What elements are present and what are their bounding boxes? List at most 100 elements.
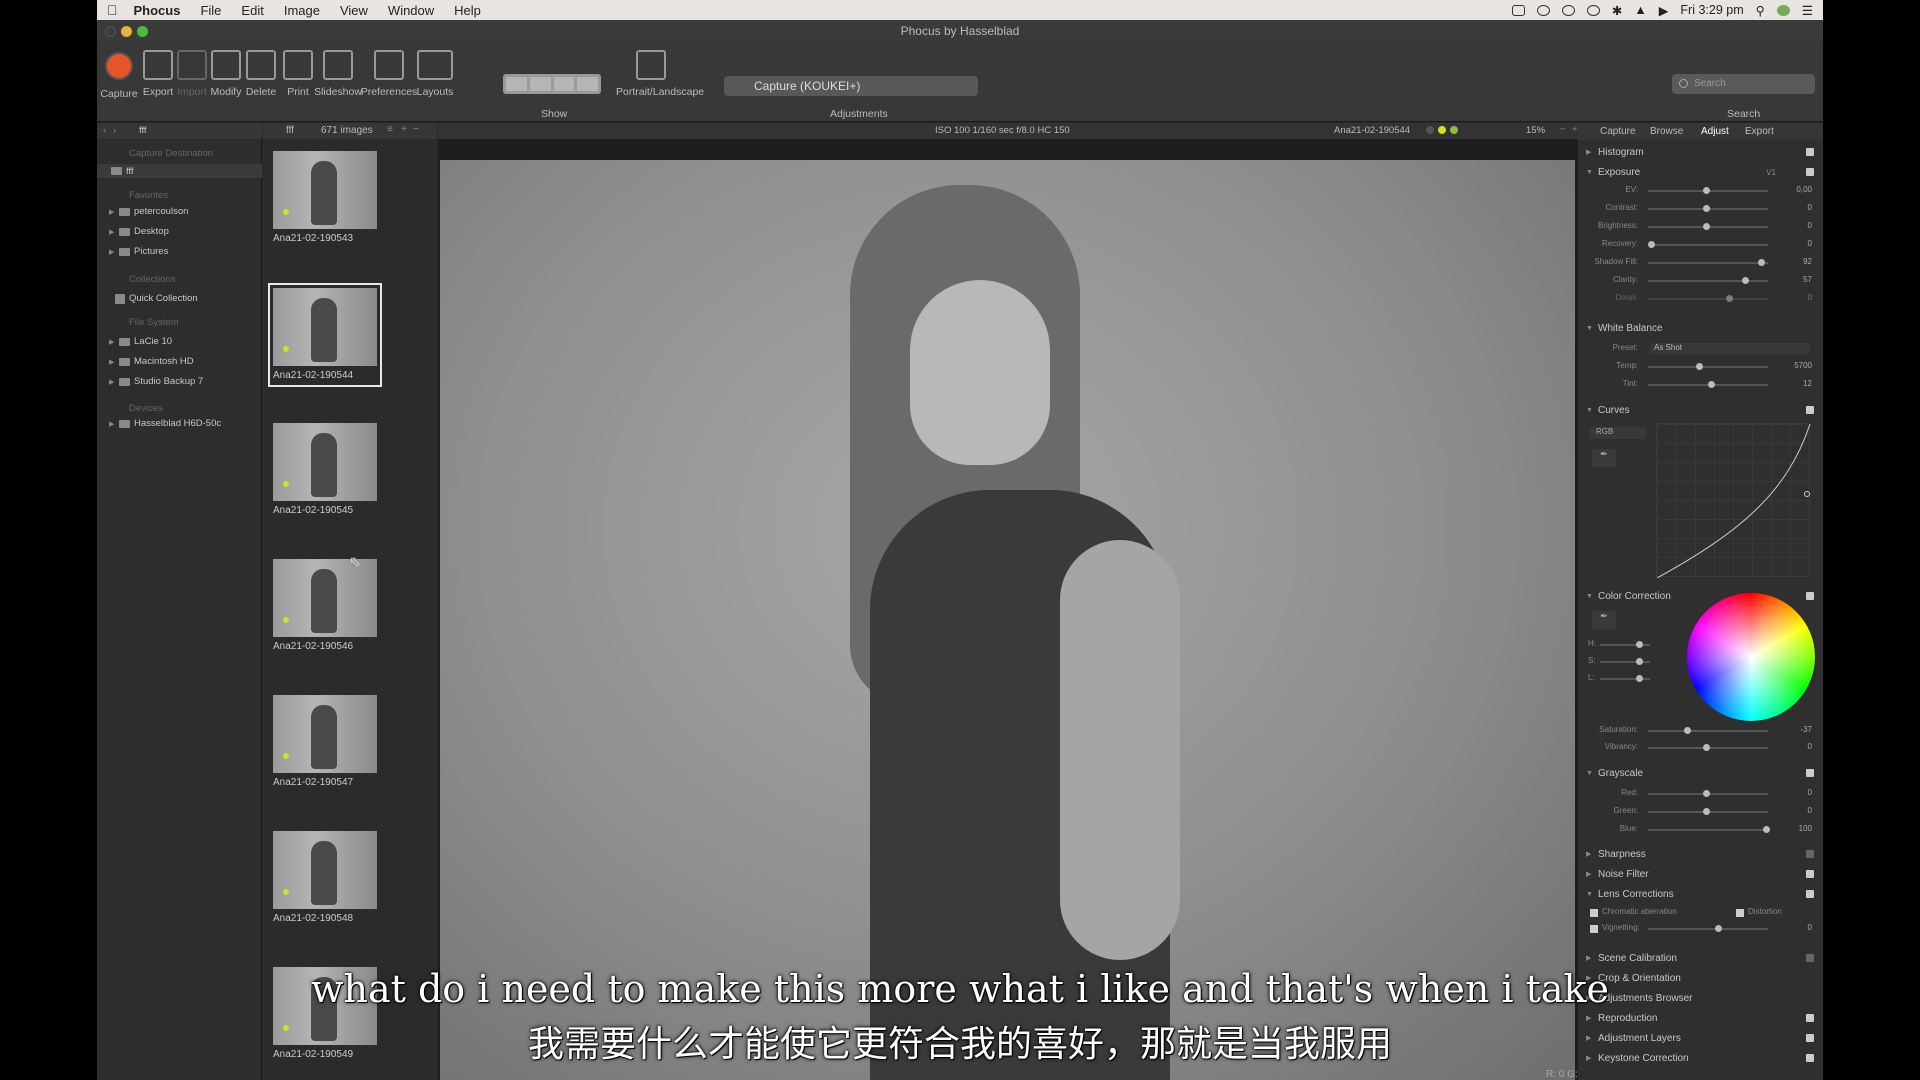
- capture-status-field[interactable]: Capture (KOUKEI+): [724, 76, 978, 96]
- distortion-checkbox[interactable]: [1736, 909, 1744, 917]
- thumbnail-item-selected[interactable]: Ana21-02-190544: [273, 288, 377, 381]
- thumbnail-item[interactable]: Ana21-02-190547: [273, 695, 377, 788]
- volume-icon[interactable]: ▶: [1659, 3, 1669, 18]
- recovery-slider[interactable]: Recovery: 0: [1586, 239, 1816, 251]
- slider-knob[interactable]: [1703, 808, 1710, 815]
- slider-value[interactable]: 12: [1782, 379, 1812, 388]
- thumbnail-item[interactable]: Ana21-02-190543: [273, 151, 377, 244]
- slider-track[interactable]: [1648, 298, 1768, 300]
- color-wheel[interactable]: [1687, 593, 1815, 721]
- close-window-button[interactable]: [105, 26, 116, 37]
- sharpness-header[interactable]: ▶ Sharpness: [1586, 847, 1816, 861]
- disclosure-icon[interactable]: ▶: [1586, 870, 1592, 878]
- bluetooth-icon[interactable]: ✱: [1612, 3, 1622, 18]
- tint-slider[interactable]: Tint: 12: [1586, 379, 1816, 391]
- tab-export[interactable]: Export: [1745, 126, 1774, 137]
- disclosure-icon[interactable]: ▶: [109, 378, 115, 386]
- grayscale-header[interactable]: ▼ Grayscale: [1586, 766, 1816, 780]
- menu-file[interactable]: File: [200, 3, 221, 18]
- wb-preset[interactable]: Preset: As Shot: [1586, 343, 1816, 355]
- slider-knob[interactable]: [1648, 241, 1655, 248]
- thumbnail-item[interactable]: Ana21-02-190546: [273, 559, 377, 652]
- view-mode-3[interactable]: [553, 77, 575, 91]
- vignetting-checkbox[interactable]: [1590, 925, 1598, 933]
- disclosure-icon[interactable]: ▶: [109, 228, 115, 236]
- disclosure-icon[interactable]: ▶: [109, 358, 115, 366]
- menu-edit[interactable]: Edit: [241, 3, 263, 18]
- histogram-header[interactable]: ▶ Histogram: [1586, 145, 1816, 159]
- disclosure-icon[interactable]: ▼: [1586, 770, 1593, 777]
- slider-value[interactable]: 0: [1782, 923, 1812, 932]
- menu-image[interactable]: Image: [284, 3, 320, 18]
- disclosure-icon[interactable]: ▶: [109, 248, 115, 256]
- slider-value[interactable]: 0: [1782, 742, 1812, 751]
- wifi-icon[interactable]: ▲: [1634, 3, 1646, 17]
- spotlight-search-icon[interactable]: ⚲: [1756, 3, 1765, 18]
- scene-calibration-header[interactable]: ▶ Scene Calibration: [1586, 951, 1816, 965]
- slider-track[interactable]: [1648, 280, 1768, 282]
- layouts-button[interactable]: Layouts: [410, 50, 460, 98]
- clarity-slider[interactable]: Clarity: 57: [1586, 275, 1816, 287]
- slider-knob[interactable]: [1703, 187, 1710, 194]
- slider-value[interactable]: 92: [1782, 257, 1812, 266]
- slider-knob[interactable]: [1684, 727, 1691, 734]
- enable-checkbox[interactable]: [1806, 168, 1814, 176]
- slider-knob[interactable]: [1636, 675, 1643, 682]
- disclosure-icon[interactable]: ▶: [109, 208, 115, 216]
- enable-checkbox[interactable]: [1806, 954, 1814, 962]
- contrast-slider[interactable]: Contrast: 0: [1586, 203, 1816, 215]
- slider-knob[interactable]: [1726, 295, 1733, 302]
- gray-red-slider[interactable]: Red: 0: [1586, 788, 1816, 800]
- eyedropper-icon[interactable]: ✒: [1592, 611, 1616, 629]
- menu-window[interactable]: Window: [388, 3, 434, 18]
- slider-knob[interactable]: [1742, 277, 1749, 284]
- disclosure-icon[interactable]: ▼: [1586, 891, 1593, 898]
- slider-value[interactable]: 5700: [1782, 361, 1812, 370]
- preset-select[interactable]: As Shot: [1650, 343, 1810, 354]
- sidebar-item-camera[interactable]: ▶ Hasselblad H6D-50c: [109, 418, 221, 429]
- enable-checkbox[interactable]: [1806, 148, 1814, 156]
- curves-header[interactable]: ▼ Curves: [1586, 403, 1816, 417]
- slider-knob[interactable]: [1763, 826, 1770, 833]
- hue-slider[interactable]: H:: [1586, 639, 1656, 651]
- disclosure-icon[interactable]: ▼: [1586, 325, 1593, 332]
- zoom-level[interactable]: 15%: [1526, 125, 1545, 136]
- curve-channel-select[interactable]: RGB: [1590, 427, 1646, 439]
- slider-knob[interactable]: [1703, 790, 1710, 797]
- slider-value[interactable]: 0: [1782, 806, 1812, 815]
- slider-knob[interactable]: [1636, 641, 1643, 648]
- slider-value[interactable]: 0: [1782, 239, 1812, 248]
- rating-dot-icon[interactable]: [1426, 126, 1434, 134]
- add-icon[interactable]: +: [401, 124, 407, 135]
- sidebar-item-quick-collection[interactable]: Quick Collection: [115, 293, 198, 304]
- shadow-fill-slider[interactable]: Shadow Fill: 92: [1586, 257, 1816, 269]
- thumbnail-item[interactable]: Ana21-02-190545: [273, 423, 377, 516]
- slider-track[interactable]: [1648, 366, 1768, 368]
- tab-browse[interactable]: Browse: [1650, 126, 1683, 137]
- disclosure-icon[interactable]: ▶: [1586, 954, 1592, 962]
- clock[interactable]: Fri 3:29 pm: [1680, 3, 1743, 17]
- enable-checkbox[interactable]: [1806, 769, 1814, 777]
- sync-icon[interactable]: [1561, 4, 1575, 16]
- folder-select[interactable]: fff: [139, 125, 147, 136]
- destination-folder[interactable]: fff: [97, 164, 262, 178]
- vignetting-slider[interactable]: Vignetting: 0: [1586, 923, 1816, 935]
- enable-checkbox[interactable]: [1806, 870, 1814, 878]
- slider-value[interactable]: 57: [1782, 275, 1812, 284]
- slider-track[interactable]: [1648, 928, 1768, 930]
- time-machine-icon[interactable]: [1586, 4, 1600, 16]
- apple-icon[interactable]: : [107, 2, 118, 18]
- version-select[interactable]: V1: [1766, 168, 1776, 177]
- enable-checkbox[interactable]: [1806, 406, 1814, 414]
- detail-slider[interactable]: Detail: 0: [1586, 293, 1816, 305]
- slider-knob[interactable]: [1636, 658, 1643, 665]
- slider-value[interactable]: 0: [1782, 788, 1812, 797]
- back-icon[interactable]: ‹: [103, 125, 106, 136]
- slider-knob[interactable]: [1696, 363, 1703, 370]
- gray-green-slider[interactable]: Green: 0: [1586, 806, 1816, 818]
- sort-icon[interactable]: ≡: [387, 124, 393, 135]
- gray-blue-slider[interactable]: Blue: 100: [1586, 824, 1816, 836]
- sidebar-item-studio-backup[interactable]: ▶ Studio Backup 7: [109, 376, 203, 387]
- slider-knob[interactable]: [1708, 381, 1715, 388]
- eyedropper-icon[interactable]: ✒: [1592, 449, 1616, 467]
